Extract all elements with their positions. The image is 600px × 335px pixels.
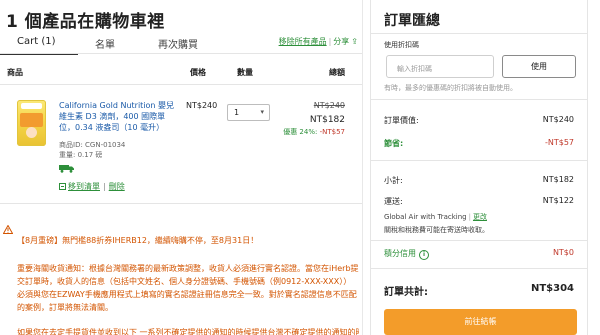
promo-label: 使用折扣碼 <box>384 41 419 49</box>
cart-tabs: Cart (1) 名單 再次購買 移除所有產品 | 分享 ⇪ <box>0 36 362 55</box>
product-code: 商品ID: CGN-01034 <box>59 141 126 149</box>
quantity-value: 1 <box>234 108 240 117</box>
shipping-truck-icon <box>59 165 74 173</box>
panel-divider <box>362 0 363 335</box>
header-divider <box>0 84 362 85</box>
bottle-cap <box>21 103 42 109</box>
order-value: NT$240 <box>542 115 574 124</box>
product-image[interactable] <box>17 100 46 146</box>
line-savings: 優惠 24%: -NT$57 <box>283 127 345 137</box>
rewards-label: 積分信用 <box>384 249 416 258</box>
order-summary: 訂單匯總 使用折扣碼 使用 有時，最多的優惠碼的折扣將被自動使用。 訂單價值: … <box>370 0 588 335</box>
order-value-label: 訂單價值: <box>384 116 419 125</box>
action-separator: | <box>103 182 106 191</box>
bottle-label <box>20 113 43 127</box>
shipping-method-name: Global Air with Tracking <box>384 213 467 221</box>
grand-total-value: NT$304 <box>530 283 574 294</box>
summary-divider <box>371 99 587 100</box>
remove-link[interactable]: 刪除 <box>109 182 125 191</box>
savings-label: 節省: <box>384 139 404 148</box>
header-price: 價格 <box>190 68 206 77</box>
unit-price: NT$240 <box>186 101 218 110</box>
chevron-down-icon: ▾ <box>260 108 264 116</box>
summary-divider <box>371 160 587 161</box>
shipping-note: 關稅和稅務費可能在寄送時收取。 <box>384 226 489 234</box>
rewards-value: NT$0 <box>552 248 574 257</box>
shipping-value: NT$122 <box>542 196 574 205</box>
shipping-label: 運送: <box>384 197 403 206</box>
header-qty: 數量 <box>237 68 253 77</box>
summary-title-divider <box>371 33 587 34</box>
checkout-button[interactable]: 前往結帳 <box>384 309 577 335</box>
product-weight: 重量: 0.17 磅 <box>59 151 103 159</box>
tab-list[interactable]: 名單 <box>95 36 115 51</box>
info-icon[interactable]: i <box>419 250 429 260</box>
tab-cart[interactable]: Cart (1) <box>17 36 56 47</box>
summary-divider <box>371 240 587 241</box>
promo-code-input[interactable] <box>387 58 493 80</box>
header-total: 總額 <box>329 68 345 77</box>
summary-divider <box>371 268 587 269</box>
quantity-select[interactable]: 1 ▾ <box>227 104 270 121</box>
grand-total-label: 訂單共計: <box>384 287 428 298</box>
product-meta: 商品ID: CGN-01034 重量: 0.17 磅 <box>59 140 125 160</box>
warning-icon <box>3 225 13 234</box>
move-to-list-link[interactable]: 移到清單 <box>68 182 100 191</box>
apply-promo-button[interactable]: 使用 <box>502 55 576 78</box>
move-to-list-icon <box>59 183 66 190</box>
promo-code-field[interactable] <box>386 55 494 80</box>
share-icon[interactable]: ⇪ <box>351 37 358 46</box>
header-product: 商品 <box>7 68 23 77</box>
line-savings-label: 優惠 24%: <box>283 128 318 136</box>
row-divider <box>0 203 362 204</box>
page-title: 1 個產品在購物車裡 <box>6 12 165 32</box>
line-savings-value: -NT$57 <box>319 128 345 136</box>
rewards-credit: 積分信用 i <box>384 248 429 260</box>
tabs-divider <box>0 53 362 54</box>
share-actions: 移除所有產品 | 分享 ⇪ <box>279 36 358 47</box>
subtotal-value: NT$182 <box>542 175 574 184</box>
shipping-separator: | <box>468 213 471 221</box>
promo-notice: 【8月重磅】無門檻88折券IHERB12，繼續嗨購不停，至8月31日！ <box>17 236 259 245</box>
change-shipping-link[interactable]: 更改 <box>473 213 487 221</box>
subtotal-label: 小計: <box>384 176 403 185</box>
tab-buy-again[interactable]: 再次購買 <box>158 36 198 51</box>
share-separator: | <box>328 37 332 46</box>
product-actions: 移到清單 | 刪除 <box>59 181 125 192</box>
savings-value: -NT$57 <box>544 138 574 147</box>
shipping-method: Global Air with Tracking | 更改 <box>384 212 487 222</box>
promo-hint: 有時，最多的優惠碼的折扣將被自動使用。 <box>384 84 517 92</box>
discounted-total: NT$182 <box>309 115 345 125</box>
additional-notice: 如果您在去定手提貨件並收到以下 一系列不確定提供的通知的時候提供台灣不確定提供的… <box>17 328 359 335</box>
product-name-link[interactable]: California Gold Nutrition 嬰兒維生素 D3 滴劑，40… <box>59 100 177 133</box>
remove-all-link[interactable]: 移除所有產品 <box>279 37 327 46</box>
cart-panel: 1 個產品在購物車裡 Cart (1) 名單 再次購買 移除所有產品 | 分享 ⇪ 商… <box>0 0 362 335</box>
summary-title: 訂單匯總 <box>384 13 440 29</box>
customs-notice: 重要海關收貨通知：根據台灣關務署的最新政策調整，收貨人必須進行實名認證。當您在i… <box>17 264 359 312</box>
bottle-baby-graphic <box>26 127 37 138</box>
share-link[interactable]: 分享 <box>333 37 349 46</box>
original-total: NT$240 <box>313 101 345 110</box>
